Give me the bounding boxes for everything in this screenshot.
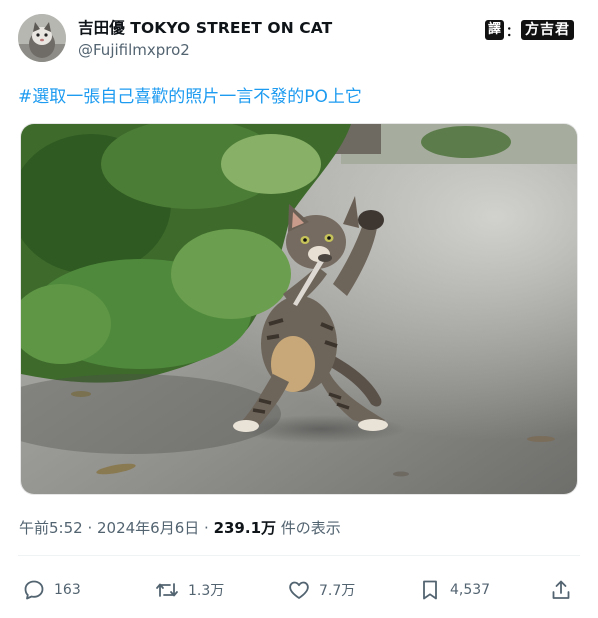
translator-separator: ： <box>505 24 519 40</box>
translator-tag: 譯 ： 方吉君 <box>484 18 574 42</box>
tweet-text[interactable]: #選取一張自己喜歡的照片一言不發的PO上它 <box>18 82 362 107</box>
author-info: 吉田優 TOKYO STREET ON CAT @Fujifilmxpro2 <box>78 16 332 59</box>
avatar[interactable] <box>18 14 66 62</box>
views-label: 件の表示 <box>276 519 341 537</box>
divider <box>18 555 580 556</box>
action-bar: 163 1.3万 7.7万 4,537 <box>18 573 580 607</box>
reply-count: 163 <box>54 582 81 598</box>
share-button[interactable] <box>549 573 581 607</box>
translator-name: 方吉君 <box>521 20 574 40</box>
repost-count: 1.3万 <box>188 583 225 599</box>
bookmark-icon <box>423 580 437 600</box>
tweet-meta: 午前5:52 · 2024年6月6日 · 239.1万 件の表示 <box>19 517 341 538</box>
like-button[interactable]: 7.7万 <box>287 573 355 607</box>
translator-label: 譯 <box>484 20 504 40</box>
heart-icon <box>289 581 309 599</box>
views-count: 239.1万 <box>213 519 277 537</box>
display-name[interactable]: 吉田優 TOKYO STREET ON CAT <box>78 16 332 38</box>
bookmark-count: 4,537 <box>450 582 491 598</box>
reply-button[interactable]: 163 <box>22 573 81 607</box>
user-handle[interactable]: @Fujifilmxpro2 <box>78 41 332 59</box>
like-count: 7.7万 <box>319 583 356 599</box>
repost-icon <box>156 583 178 597</box>
tweet-header: 吉田優 TOKYO STREET ON CAT @Fujifilmxpro2 譯… <box>18 14 580 64</box>
repost-button[interactable]: 1.3万 <box>154 573 224 607</box>
share-icon <box>552 580 570 599</box>
timestamp[interactable]: 午前5:52 · 2024年6月6日 · <box>19 519 214 537</box>
tweet-photo[interactable] <box>20 123 578 495</box>
bookmark-button[interactable]: 4,537 <box>418 573 490 607</box>
reply-icon <box>24 580 44 600</box>
